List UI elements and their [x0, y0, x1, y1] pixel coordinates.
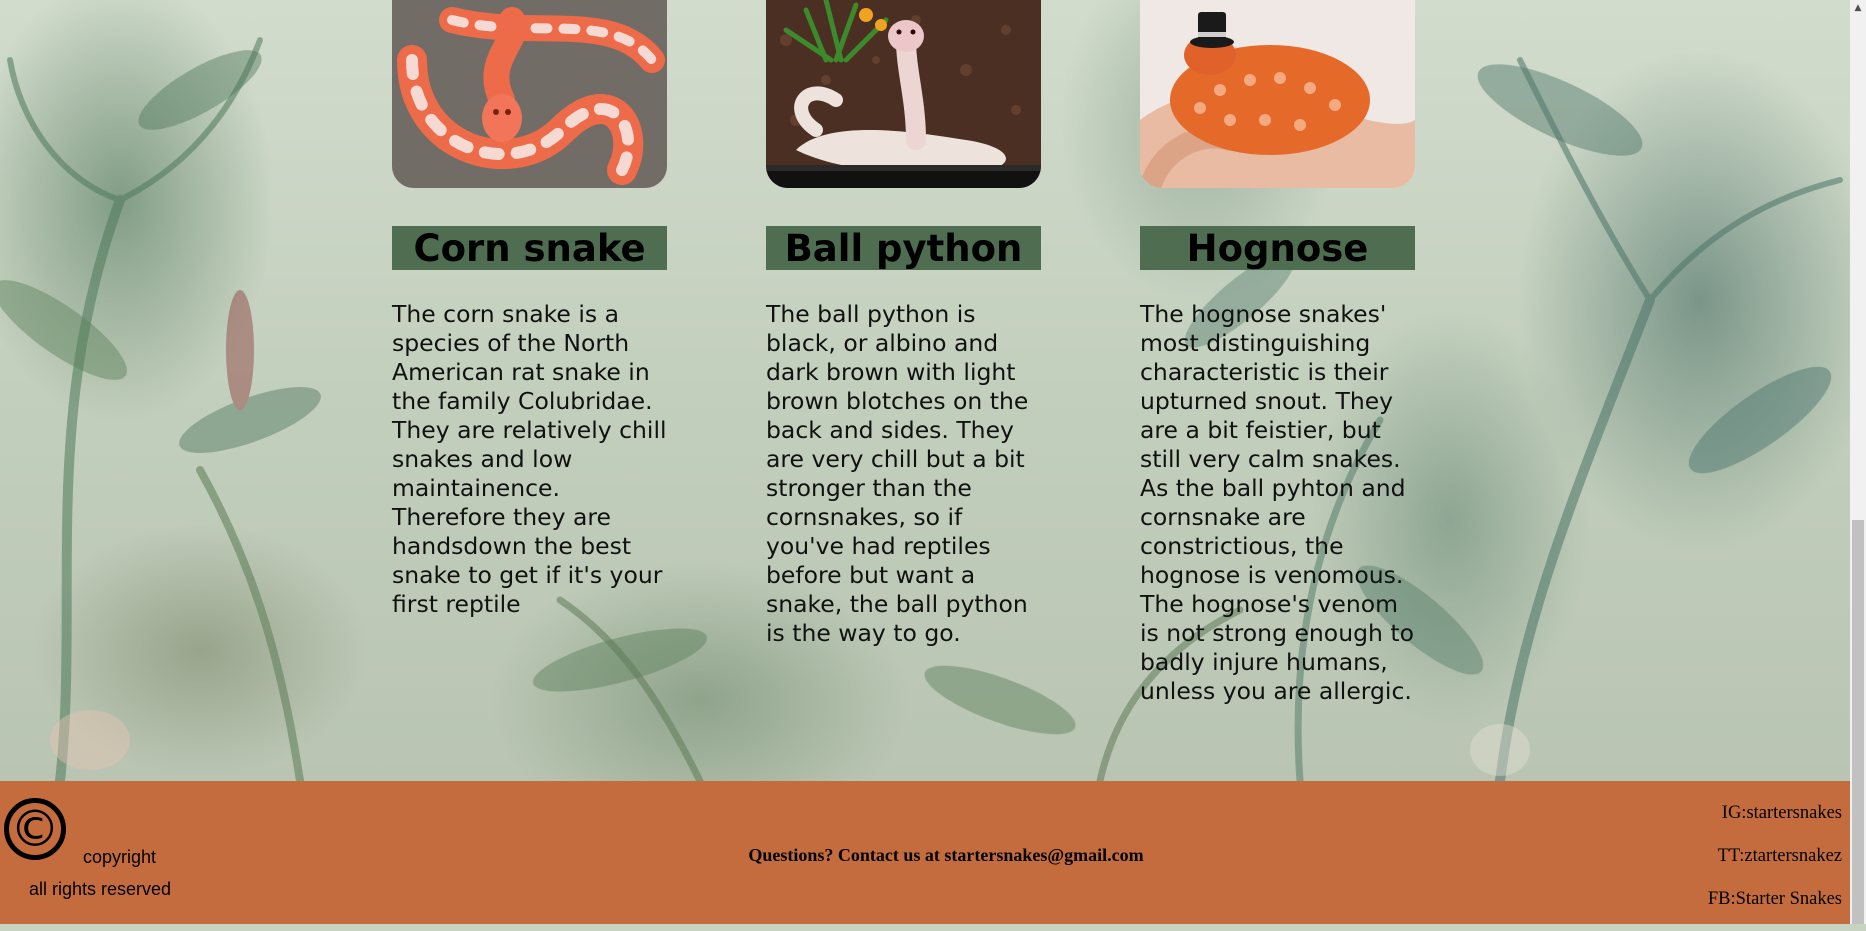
hognose-photo	[1140, 0, 1415, 188]
card-description: The hognose snakes' most distinguishing …	[1140, 300, 1414, 705]
social-facebook[interactable]: FB:Starter Snakes	[1708, 888, 1842, 931]
social-instagram[interactable]: IG:startersnakes	[1708, 802, 1842, 845]
ball-python-photo	[766, 0, 1041, 188]
card-title: Hognose	[1140, 226, 1415, 270]
footer: © copyright all rights reserved Question…	[0, 781, 1850, 924]
corn-snake-photo	[392, 0, 667, 188]
card-description: The ball python is black, or albino and …	[766, 300, 1029, 647]
card-description: The corn snake is a species of the North…	[392, 300, 667, 618]
social-links: IG:startersnakes TT:ztartersnakez FB:Sta…	[1708, 802, 1842, 931]
social-tiktok[interactable]: TT:ztartersnakez	[1708, 845, 1842, 888]
scroll-up-icon[interactable]: ▲	[1852, 2, 1864, 14]
rights-text: all rights reserved	[29, 879, 172, 899]
card-title: Corn snake	[392, 226, 667, 270]
scrollbar-thumb[interactable]	[1852, 520, 1864, 924]
contact-text: Questions? Contact us at startersnakes@g…	[748, 845, 1144, 865]
card-title: Ball python	[766, 226, 1041, 270]
